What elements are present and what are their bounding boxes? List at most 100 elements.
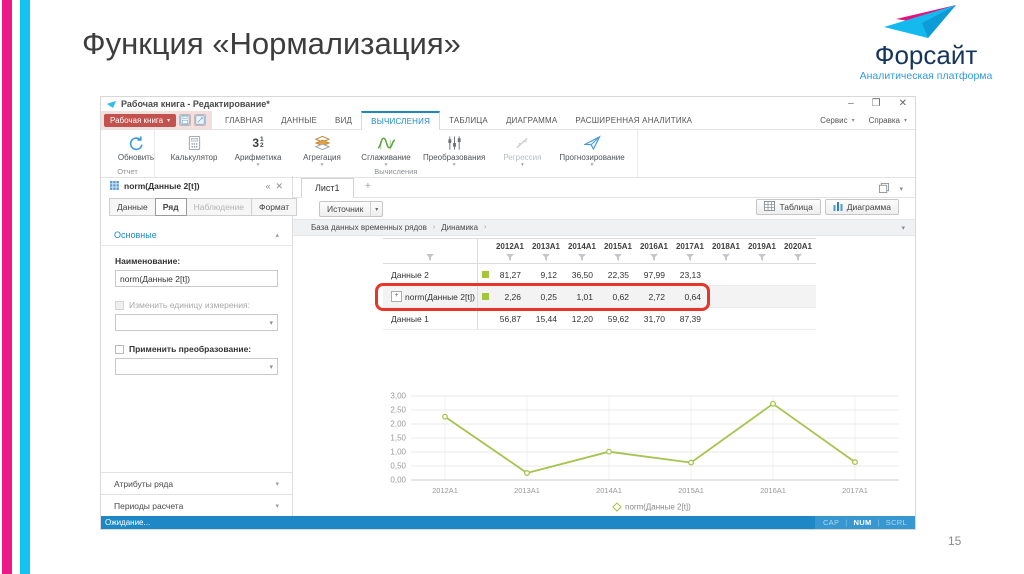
panel-section-collapsed[interactable]: Атрибуты ряда ▾ xyxy=(101,472,292,494)
table-cell[interactable] xyxy=(780,264,816,286)
ribbon-button[interactable]: 3 1 2 Арифметика ▾ xyxy=(227,133,289,168)
table-cell[interactable]: 81,27 xyxy=(492,264,528,286)
column-header[interactable]: 2016A1 xyxy=(636,239,672,263)
chart-view-button[interactable]: Диаграмма xyxy=(824,199,899,215)
table-cell[interactable] xyxy=(708,286,744,308)
panel-tab[interactable]: Данные xyxy=(109,198,156,216)
table-cell[interactable]: 36,50 xyxy=(564,264,600,286)
filter-icon[interactable] xyxy=(614,254,622,261)
chevron-down-icon[interactable]: ▾ xyxy=(901,224,905,232)
table-cell[interactable]: 9,12 xyxy=(528,264,564,286)
apply-transform-label: Применить преобразование: xyxy=(129,344,252,354)
svg-text:3,00: 3,00 xyxy=(390,392,406,401)
table-cell[interactable] xyxy=(744,264,780,286)
table-cell[interactable]: 97,99 xyxy=(636,264,672,286)
table-cell[interactable] xyxy=(708,308,744,330)
table-cell[interactable]: 0,25 xyxy=(528,286,564,308)
close-button[interactable]: ✕ xyxy=(899,97,907,110)
collapse-panel-icon[interactable]: « xyxy=(265,181,270,191)
chevron-down-icon[interactable]: ▾ xyxy=(899,185,903,193)
section-main[interactable]: Основные ▴ xyxy=(101,225,292,246)
column-header[interactable]: 2019A1 xyxy=(744,239,780,263)
ribbon-tab[interactable]: ТАБЛИЦА xyxy=(440,111,497,129)
ribbon-button[interactable]: Сглаживание ▾ xyxy=(355,133,417,168)
minimize-button[interactable]: – xyxy=(848,97,854,110)
panel-section-collapsed[interactable]: Периоды расчета ▾ xyxy=(101,494,292,516)
filter-icon[interactable] xyxy=(542,254,550,261)
table-row[interactable]: Данные 1 56,87 15,44 12,20 59,62 31,70 87,39 xyxy=(383,308,816,330)
layers-icon[interactable] xyxy=(879,180,890,198)
table-cell[interactable] xyxy=(708,264,744,286)
save-as-icon[interactable] xyxy=(194,114,207,126)
table-cell[interactable]: 15,44 xyxy=(528,308,564,330)
filter-icon[interactable] xyxy=(794,254,802,261)
ribbon-button[interactable]: Преобразования ▾ xyxy=(419,133,489,168)
ribbon-button[interactable]: Прогнозирование ▾ xyxy=(555,133,628,168)
ribbon-tab[interactable]: ВЫЧИСЛЕНИЯ xyxy=(361,111,441,130)
ribbon-button[interactable]: Агрегация ▾ xyxy=(291,133,353,168)
ribbon-tab[interactable]: ГЛАВНАЯ xyxy=(216,111,272,129)
apply-transform-checkbox[interactable] xyxy=(115,344,124,354)
restore-button[interactable]: ❐ xyxy=(872,97,881,110)
sheet-tab[interactable]: Лист1 xyxy=(301,178,354,198)
ribbon-tab[interactable]: ВИД xyxy=(326,111,361,129)
table-cell[interactable] xyxy=(780,286,816,308)
table-cell[interactable]: 2,72 xyxy=(636,286,672,308)
ribbon-button[interactable]: Регрессия ▾ xyxy=(491,133,553,168)
column-header[interactable]: 2012A1 xyxy=(492,239,528,263)
table-cell[interactable]: 2,26 xyxy=(492,286,528,308)
ribbon-tab[interactable]: РАСШИРЕННАЯ АНАЛИТИКА xyxy=(566,111,701,129)
panel-tab[interactable]: Ряд xyxy=(154,198,187,216)
column-header[interactable]: 2017A1 xyxy=(672,239,708,263)
filter-icon[interactable] xyxy=(578,254,586,261)
table-cell[interactable]: 0,62 xyxy=(600,286,636,308)
filter-icon[interactable] xyxy=(686,254,694,261)
panel-tab[interactable]: Наблюдение xyxy=(185,198,252,216)
table-cell[interactable]: 59,62 xyxy=(600,308,636,330)
table-row[interactable]: + norm(Данные 2[t]) 2,26 0,25 1,01 0,62 2,72 0,… xyxy=(383,286,816,308)
breadcrumb-item[interactable]: Динамика xyxy=(441,223,478,232)
table-cell[interactable] xyxy=(780,308,816,330)
filter-icon[interactable] xyxy=(650,254,658,261)
window-menu[interactable]: Справка ▾ xyxy=(869,116,907,125)
window-menu[interactable]: Сервис ▾ xyxy=(820,116,854,125)
table-cell[interactable]: 0,64 xyxy=(672,286,708,308)
filter-icon[interactable] xyxy=(426,254,434,261)
save-icon[interactable] xyxy=(179,114,192,126)
column-header[interactable] xyxy=(383,239,478,263)
source-button[interactable]: Источник ▾ xyxy=(319,201,384,217)
ribbon-button[interactable]: Калькулятор xyxy=(163,133,225,162)
table-cell[interactable]: 22,35 xyxy=(600,264,636,286)
filter-icon[interactable] xyxy=(722,254,730,261)
table-cell[interactable]: 1,01 xyxy=(564,286,600,308)
table-cell[interactable]: 12,20 xyxy=(564,308,600,330)
filter-icon[interactable] xyxy=(758,254,766,261)
panel-title: norm(Данные 2[t]) xyxy=(124,181,200,191)
expand-icon[interactable]: + xyxy=(391,291,402,302)
table-cell[interactable]: 23,13 xyxy=(672,264,708,286)
table-cell[interactable]: 56,87 xyxy=(492,308,528,330)
transform-select[interactable]: ▾ xyxy=(115,358,278,375)
close-panel-icon[interactable]: ✕ xyxy=(275,181,283,192)
series-name-input[interactable] xyxy=(115,270,278,287)
column-header[interactable]: 2015A1 xyxy=(600,239,636,263)
change-unit-checkbox[interactable] xyxy=(115,300,124,310)
panel-tab[interactable]: Формат xyxy=(251,198,298,216)
column-header[interactable]: 2020A1 xyxy=(780,239,816,263)
column-header[interactable]: 2018A1 xyxy=(708,239,744,263)
table-cell[interactable]: 87,39 xyxy=(672,308,708,330)
ribbon-tab[interactable]: ДИАГРАММА xyxy=(497,111,566,129)
table-view-button[interactable]: Таблица xyxy=(756,199,821,215)
column-header[interactable]: 2014A1 xyxy=(564,239,600,263)
workbook-menu-button[interactable]: Рабочая книга ▾ xyxy=(104,113,177,127)
table-cell[interactable] xyxy=(744,308,780,330)
table-row[interactable]: Данные 2 81,27 9,12 36,50 22,35 97,99 23,13 xyxy=(383,264,816,286)
table-cell[interactable]: 31,70 xyxy=(636,308,672,330)
ribbon-tab[interactable]: ДАННЫЕ xyxy=(272,111,326,129)
add-sheet-button[interactable]: + xyxy=(365,181,371,192)
column-header[interactable]: 2013A1 xyxy=(528,239,564,263)
unit-select[interactable]: ▾ xyxy=(115,314,278,331)
breadcrumb-item[interactable]: База данных временных рядов xyxy=(311,223,427,232)
table-cell[interactable] xyxy=(744,286,780,308)
filter-icon[interactable] xyxy=(506,254,514,261)
